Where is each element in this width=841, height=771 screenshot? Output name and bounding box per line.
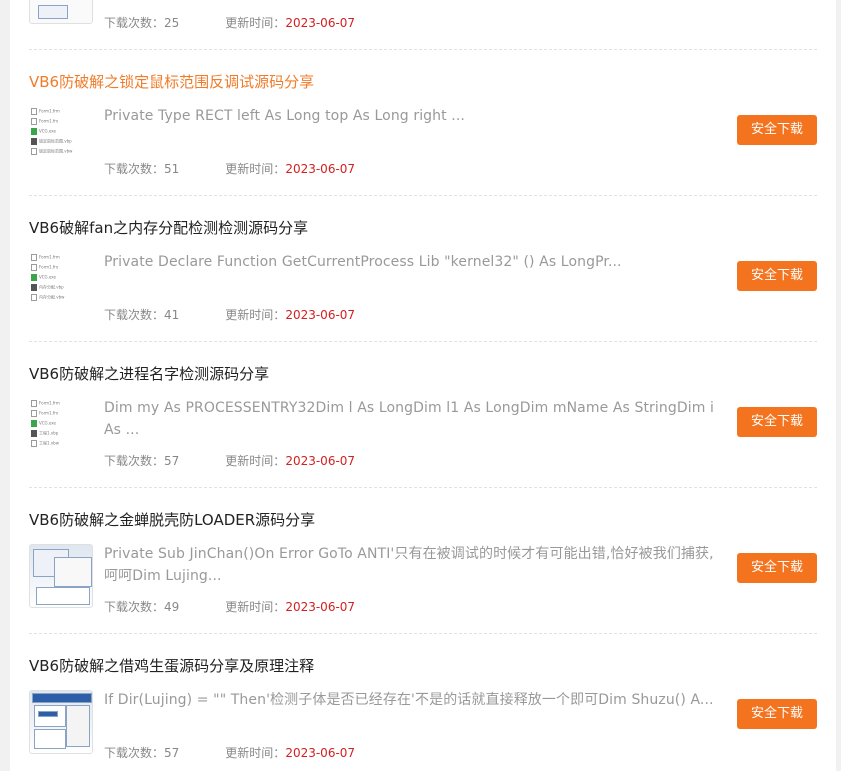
item-meta: 下载次数：57 更新时间：2023-06-07	[104, 744, 355, 761]
downloads-label: 下载次数：	[104, 746, 165, 760]
item-description: Private Type RECT left As Long top As Lo…	[104, 108, 465, 124]
updated-label: 更新时间：	[225, 308, 286, 322]
safe-download-button[interactable]: 安全下载	[737, 407, 817, 437]
divider	[29, 487, 817, 488]
downloads-label: 下载次数：	[104, 454, 165, 468]
item-thumbnail[interactable]	[29, 544, 93, 608]
item-title[interactable]: VB6防破解之锁定鼠标范围反调试源码分享	[29, 72, 314, 92]
item-thumbnail[interactable]: Form1.frm Form1.frx VCG.exe 锁定鼠标范围.vbp 锁…	[29, 104, 93, 168]
updated-label: 更新时间：	[225, 454, 286, 468]
list-item: VB6破解fan之内存分配检测检测源码分享 Form1.frm Form1.fr…	[29, 218, 817, 328]
item-meta: 下载次数：57 更新时间：2023-06-07	[104, 452, 355, 469]
item-thumbnail[interactable]	[29, 0, 93, 24]
downloads-label: 下载次数：	[104, 162, 165, 176]
downloads-count: 25	[164, 16, 180, 30]
item-description: Dim my As PROCESSENTRY32Dim l As LongDim…	[104, 400, 715, 438]
item-description: If Dir(Lujing) = "" Then'检测子体是否已经存在'不是的话…	[104, 692, 714, 708]
safe-download-button[interactable]: 安全下载	[737, 115, 817, 145]
downloads-count: 41	[164, 308, 180, 322]
updated-label: 更新时间：	[225, 600, 286, 614]
updated-date: 2023-06-07	[285, 308, 356, 322]
updated-date: 2023-06-07	[285, 16, 356, 30]
downloads-count: 57	[164, 454, 180, 468]
item-thumbnail[interactable]: Form1.frm Form1.frx VCG.exe 工程1.vbp 工程1.…	[29, 396, 93, 460]
divider	[29, 49, 817, 50]
item-meta: 下载次数：25 更新时间：2023-06-07	[104, 14, 355, 31]
updated-date: 2023-06-07	[285, 162, 356, 176]
updated-date: 2023-06-07	[285, 600, 356, 614]
item-title[interactable]: VB6防破解之金蝉脱壳防LOADER源码分享	[29, 510, 315, 530]
item-title[interactable]: VB6防破解之借鸡生蛋源码分享及原理注释	[29, 656, 314, 676]
downloads-count: 49	[164, 600, 180, 614]
updated-date: 2023-06-07	[285, 454, 356, 468]
list-item: VB6防破解之锁定鼠标范围反调试源码分享 Form1.frm Form1.frx…	[29, 72, 817, 182]
item-thumbnail[interactable]: Form1.frm Form1.frx VCG.exe 内存分配.vbp 内存分…	[29, 250, 93, 314]
safe-download-button[interactable]: 安全下载	[737, 699, 817, 729]
item-title[interactable]: VB6破解fan之内存分配检测检测源码分享	[29, 218, 308, 238]
item-meta: 下载次数：41 更新时间：2023-06-07	[104, 306, 355, 323]
download-list-panel: 下载次数：25 更新时间：2023-06-07 VB6防破解之锁定鼠标范围反调试源…	[10, 0, 836, 771]
downloads-count: 57	[164, 746, 180, 760]
safe-download-button[interactable]: 安全下载	[737, 261, 817, 291]
updated-label: 更新时间：	[225, 162, 286, 176]
page-scrollbar[interactable]	[836, 0, 841, 771]
list-item: VB6防破解之借鸡生蛋源码分享及原理注释 If Dir(Lujing) = ""…	[29, 656, 817, 766]
downloads-label: 下载次数：	[104, 16, 165, 30]
item-meta: 下载次数：49 更新时间：2023-06-07	[104, 598, 355, 615]
divider	[29, 195, 817, 196]
item-thumbnail[interactable]	[29, 690, 93, 754]
downloads-label: 下载次数：	[104, 308, 165, 322]
divider	[29, 633, 817, 634]
item-title[interactable]: VB6防破解之进程名字检测源码分享	[29, 364, 269, 384]
updated-label: 更新时间：	[225, 16, 286, 30]
item-meta: 下载次数：51 更新时间：2023-06-07	[104, 160, 355, 177]
list-item: VB6防破解之进程名字检测源码分享 Form1.frm Form1.frx VC…	[29, 364, 817, 474]
list-item: VB6防破解之金蝉脱壳防LOADER源码分享 Private Sub JinCh…	[29, 510, 817, 620]
downloads-label: 下载次数：	[104, 600, 165, 614]
updated-date: 2023-06-07	[285, 746, 356, 760]
item-description: Private Declare Function GetCurrentProce…	[104, 254, 622, 270]
safe-download-button[interactable]: 安全下载	[737, 553, 817, 583]
divider	[29, 341, 817, 342]
downloads-count: 51	[164, 162, 180, 176]
item-description: Private Sub JinChan()On Error GoTo ANTI'…	[104, 546, 714, 584]
updated-label: 更新时间：	[225, 746, 286, 760]
